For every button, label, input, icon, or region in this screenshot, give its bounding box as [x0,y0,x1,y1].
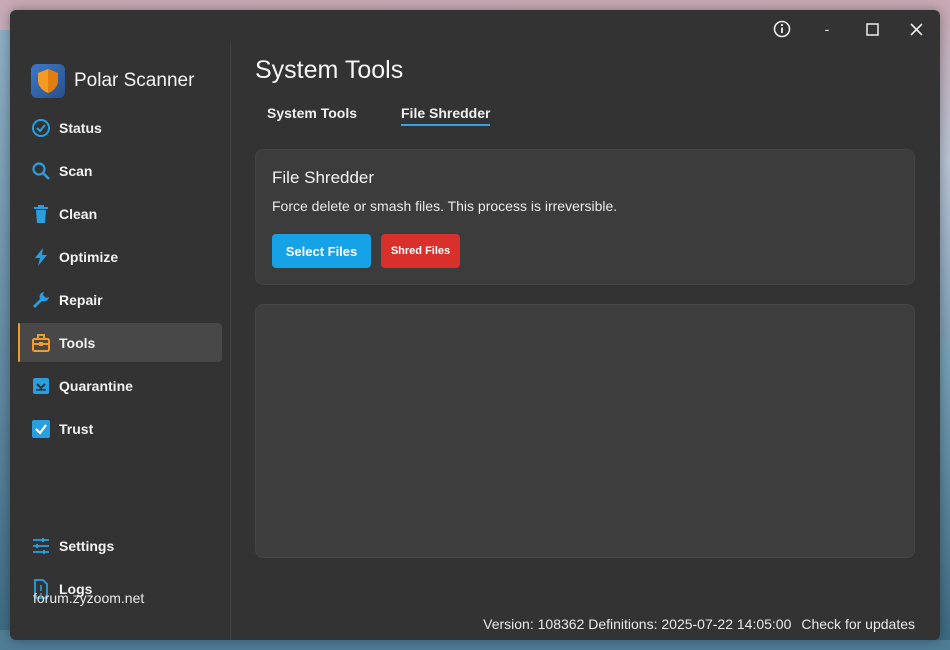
sidebar-item-label: Trust [59,420,94,437]
minimize-icon: - [824,21,830,37]
forum-link[interactable]: forum.zyzoom.net [33,590,144,606]
sidebar: Polar Scanner Status Scan Clean Optimize… [10,42,231,640]
select-files-button[interactable]: Select Files [272,234,371,268]
sidebar-item-label: Settings [59,537,115,554]
sidebar-item-label: Scan [59,162,93,179]
trash-icon [30,203,52,225]
maximize-icon [865,22,879,36]
shield-logo-icon [31,64,65,98]
lightning-icon [30,246,52,268]
close-icon [909,22,923,36]
checkbox-icon [30,418,52,440]
file-shredder-card: File Shredder Force delete or smash file… [255,149,915,285]
sidebar-item-label: Optimize [59,248,119,265]
tab-file-shredder[interactable]: File Shredder [401,105,491,126]
toolbox-icon [30,332,52,354]
sidebar-item-tools[interactable]: Tools [18,323,222,362]
version-info: Version: 108362 Definitions: 2025-07-22 … [483,616,792,632]
tab-bar: System Tools File Shredder [267,105,534,126]
sidebar-item-trust[interactable]: Trust [18,409,222,448]
info-button[interactable] [767,16,797,42]
sidebar-item-label: Status [59,119,102,136]
sidebar-item-status[interactable]: Status [18,108,222,147]
sidebar-item-label: Tools [59,334,96,351]
info-icon [773,20,791,38]
maximize-button[interactable] [857,16,887,42]
sidebar-nav: Status Scan Clean Optimize Repair Tools … [18,108,222,452]
main-content: System Tools System Tools File Shredder … [231,42,940,640]
tab-system-tools[interactable]: System Tools [267,105,357,126]
file-list-panel[interactable] [255,304,915,558]
status-bar: Version: 108362 Definitions: 2025-07-22 … [483,616,915,632]
card-description: Force delete or smash files. This proces… [272,198,618,214]
card-title: File Shredder [272,168,375,187]
page-title: System Tools [255,56,404,84]
minimize-button[interactable]: - [812,16,842,42]
app-window: - Polar Scanner Status Scan Clean Optimi… [10,10,940,640]
app-title: Polar Scanner [74,70,195,91]
shred-files-button[interactable]: Shred Files [381,234,460,268]
sidebar-item-optimize[interactable]: Optimize [18,237,222,276]
search-icon [30,160,52,182]
quarantine-box-icon [30,375,52,397]
close-button[interactable] [901,16,931,42]
sidebar-item-scan[interactable]: Scan [18,151,222,190]
sidebar-item-label: Clean [59,205,98,222]
sidebar-item-label: Repair [59,291,103,308]
brand: Polar Scanner [31,64,194,98]
sliders-icon [30,535,52,557]
sidebar-item-quarantine[interactable]: Quarantine [18,366,222,405]
sidebar-item-label: Quarantine [59,377,133,394]
sidebar-item-clean[interactable]: Clean [18,194,222,233]
sidebar-item-settings[interactable]: Settings [18,526,222,565]
check-updates-link[interactable]: Check for updates [801,616,915,632]
wrench-icon [30,289,52,311]
check-circle-icon [30,117,52,139]
sidebar-item-repair[interactable]: Repair [18,280,222,319]
